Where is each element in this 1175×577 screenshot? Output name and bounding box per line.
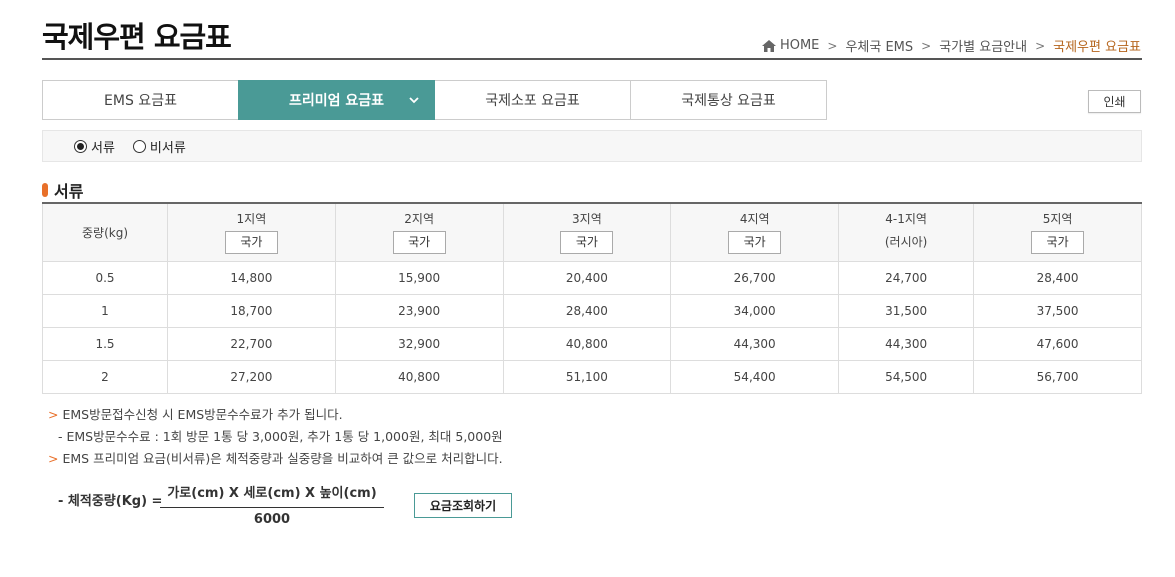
title-divider — [42, 58, 1142, 60]
rate-cell: 31,500 — [838, 294, 975, 328]
zone-header: 5지역국가 — [973, 202, 1142, 262]
breadcrumb-current: 국제우편 요금표 — [1053, 40, 1141, 55]
chevron-right-icon: > — [827, 38, 838, 53]
note-text: - EMS방문수수료 : 1회 방문 1통 당 3,000원, 추가 1통 당 … — [58, 429, 503, 444]
tab-ems-rates[interactable]: EMS 요금표 — [42, 80, 239, 120]
rate-cell: 40,800 — [334, 360, 504, 394]
zone-header: 4-1지역 (러시아) — [838, 202, 975, 262]
rate-cell: 18,700 — [167, 294, 336, 328]
rate-cell: 40,800 — [502, 327, 672, 361]
notes: > EMS방문접수신청 시 EMS방문수수료가 추가 됩니다. - EMS방문수수… — [48, 404, 503, 470]
rate-cell: 54,400 — [670, 360, 840, 394]
rate-cell: 24,700 — [838, 261, 975, 295]
radio-label: 비서류 — [149, 140, 186, 156]
zone-name: 5지역 — [1042, 212, 1073, 227]
rate-cell: 51,100 — [502, 360, 672, 394]
tab-parcel-rates[interactable]: 국제소포 요금표 — [434, 80, 631, 120]
zone-subtitle: (러시아) — [884, 235, 928, 250]
chevron-right-icon: > — [1035, 38, 1046, 53]
tab-premium-rates[interactable]: 프리미엄 요금표 — [238, 80, 435, 120]
rate-cell: 37,500 — [973, 294, 1142, 328]
radio-button[interactable] — [132, 139, 146, 153]
country-button[interactable]: 국가 — [224, 231, 278, 255]
zone-name: 2지역 — [404, 212, 434, 227]
page-title: 국제우편 요금표 — [42, 20, 232, 54]
rate-cell: 34,000 — [670, 294, 840, 328]
rate-cell: 28,400 — [973, 261, 1142, 295]
rate-cell: 44,300 — [670, 327, 840, 361]
breadcrumb-ems-link[interactable]: 우체국 EMS — [845, 36, 913, 55]
rate-cell: 44,300 — [838, 327, 975, 361]
table-row: 2 27,200 40,800 51,100 54,400 54,500 56,… — [42, 360, 1142, 394]
rate-cell: 47,600 — [973, 327, 1142, 361]
weight-cell: 1 — [42, 294, 168, 328]
rate-cell: 56,700 — [973, 360, 1142, 394]
zone-name: 4지역 — [739, 212, 770, 227]
rate-cell: 23,900 — [334, 294, 504, 328]
breadcrumb-home-link[interactable]: HOME — [780, 38, 819, 53]
rate-cell: 22,700 — [167, 327, 336, 361]
rate-tabs: EMS 요금표 프리미엄 요금표 국제소포 요금표 국제통상 요금표 — [42, 80, 827, 120]
document-type-radio-group: 서류 비서류 — [42, 130, 1142, 162]
note-line: > EMS 프리미엄 요금(비서류)은 체적중량과 실중량을 비교하여 큰 값으로… — [48, 448, 503, 470]
table-header-row: 중량(kg) 1지역국가 2지역국가 3지역국가 4지역국가 4-1지역 (러시아… — [42, 202, 1142, 262]
tab-label: 국제소포 요금표 — [485, 93, 580, 109]
rate-table: 중량(kg) 1지역국가 2지역국가 3지역국가 4지역국가 4-1지역 (러시아… — [42, 202, 1142, 394]
chevron-down-icon — [409, 97, 419, 104]
formula-label: - 체적중량(Kg) = — [58, 494, 163, 509]
tab-label: 프리미엄 요금표 — [288, 93, 385, 109]
zone-name: 3지역 — [572, 212, 602, 227]
radio-non-documents[interactable]: 비서류 — [132, 137, 186, 156]
rate-cell: 28,400 — [502, 294, 672, 328]
rate-cell: 20,400 — [502, 261, 672, 295]
formula-numerator: 가로(cm) X 세로(cm) X 높이(cm) — [160, 482, 384, 508]
radio-label: 서류 — [91, 140, 115, 156]
radio-documents[interactable]: 서류 — [74, 137, 115, 156]
home-icon — [761, 39, 776, 52]
zone-name: 1지역 — [236, 212, 267, 227]
zone-name: 4-1지역 — [885, 212, 927, 227]
table-row: 1 18,700 23,900 28,400 34,000 31,500 37,… — [42, 294, 1142, 328]
tab-letter-rates[interactable]: 국제통상 요금표 — [630, 80, 827, 120]
breadcrumb: HOME > 우체국 EMS > 국가별 요금안내 > 국제우편 요금표 — [761, 36, 1141, 55]
table-row: 0.5 14,800 15,900 20,400 26,700 24,700 2… — [42, 261, 1142, 295]
note-line: > EMS방문접수신청 시 EMS방문수수료가 추가 됩니다. — [48, 404, 503, 426]
print-button[interactable]: 인쇄 — [1088, 90, 1141, 113]
rate-cell: 14,800 — [167, 261, 336, 295]
note-text: EMS방문접수신청 시 EMS방문수수료가 추가 됩니다. — [62, 407, 343, 422]
country-button[interactable]: 국가 — [392, 231, 446, 255]
rate-cell: 27,200 — [167, 360, 336, 394]
country-button[interactable]: 국가 — [560, 231, 614, 255]
rate-lookup-button[interactable]: 요금조회하기 — [414, 493, 512, 518]
note-text: EMS 프리미엄 요금(비서류)은 체적중량과 실중량을 비교하여 큰 값으로 … — [62, 451, 503, 466]
country-button[interactable]: 국가 — [728, 231, 782, 255]
rate-cell: 32,900 — [334, 327, 504, 361]
arrow-icon: > — [48, 407, 59, 422]
breadcrumb-rates-link[interactable]: 국가별 요금안내 — [939, 36, 1027, 55]
rate-cell: 26,700 — [670, 261, 840, 295]
weight-header: 중량(kg) — [42, 202, 168, 262]
chevron-right-icon: > — [921, 38, 932, 53]
table-row: 1.5 22,700 32,900 40,800 44,300 44,300 4… — [42, 327, 1142, 361]
weight-cell: 2 — [42, 360, 168, 394]
zone-header: 4지역국가 — [670, 202, 840, 262]
weight-cell: 0.5 — [42, 261, 168, 295]
formula-denominator: 6000 — [253, 512, 291, 527]
tab-label: EMS 요금표 — [104, 93, 177, 109]
rate-cell: 15,900 — [334, 261, 504, 295]
zone-header: 3지역국가 — [502, 202, 672, 262]
rate-cell: 54,500 — [838, 360, 975, 394]
radio-button-checked[interactable] — [74, 139, 87, 153]
section-title: 서류 — [42, 178, 83, 202]
arrow-icon: > — [48, 451, 59, 466]
zone-header: 2지역국가 — [334, 202, 504, 262]
country-button[interactable]: 국가 — [1031, 231, 1085, 255]
tab-label: 국제통상 요금표 — [681, 93, 776, 109]
weight-cell: 1.5 — [42, 327, 168, 361]
section-title-text: 서류 — [54, 182, 84, 201]
zone-header: 1지역국가 — [167, 202, 336, 262]
bullet-icon — [42, 183, 48, 197]
note-line: - EMS방문수수료 : 1회 방문 1통 당 3,000원, 추가 1통 당 … — [48, 426, 503, 448]
